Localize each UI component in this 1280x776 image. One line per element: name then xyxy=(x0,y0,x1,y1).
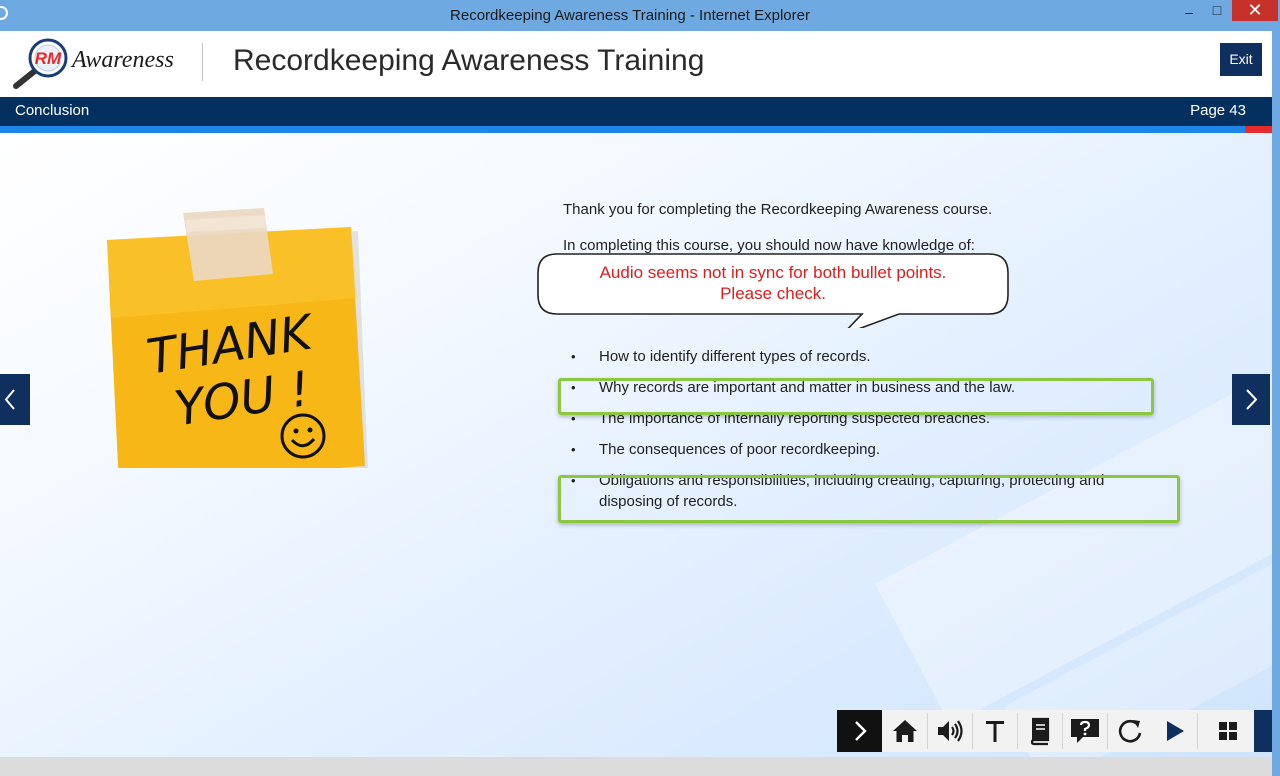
slide-content: THANK YOU ! Thank you for completing the… xyxy=(0,133,1272,757)
player-toolbar xyxy=(837,710,1254,752)
help-icon xyxy=(1070,719,1099,743)
page-number: Page 43 xyxy=(1190,102,1246,119)
window-titlebar: Recordkeeping Awareness Training - Inter… xyxy=(0,0,1280,31)
play-button[interactable] xyxy=(1152,710,1197,752)
next-page-button[interactable] xyxy=(1232,374,1270,425)
exit-button[interactable]: Exit xyxy=(1220,43,1262,76)
book-icon xyxy=(1030,717,1049,746)
course-header: RM Awareness Recordkeeping Awareness Tra… xyxy=(0,31,1272,97)
progress-bar xyxy=(0,126,1272,133)
lead-text: In completing this course, you should no… xyxy=(563,237,975,254)
window-title: Recordkeeping Awareness Training - Inter… xyxy=(450,7,810,24)
minimize-button[interactable]: – xyxy=(1176,4,1202,26)
review-callout-text: Audio seems not in sync for both bullet … xyxy=(537,262,1009,304)
play-icon xyxy=(1166,721,1184,741)
toolbar-next-button[interactable] xyxy=(837,710,882,752)
audio-button[interactable] xyxy=(927,710,972,752)
course-title: Recordkeeping Awareness Training xyxy=(233,44,705,77)
glossary-button[interactable] xyxy=(1017,710,1062,752)
logo-initials: RM xyxy=(35,49,62,68)
rm-awareness-logo: RM Awareness xyxy=(10,36,190,92)
replay-button[interactable] xyxy=(1107,710,1152,752)
close-button[interactable]: ✕ xyxy=(1232,0,1278,21)
callout-line: Please check. xyxy=(720,284,826,303)
home-icon xyxy=(892,720,917,742)
chevron-left-icon xyxy=(4,389,15,410)
review-highlight-box xyxy=(558,378,1154,415)
chevron-right-icon xyxy=(1246,389,1258,410)
callout-line: Audio seems not in sync for both bullet … xyxy=(599,263,947,282)
home-button[interactable] xyxy=(882,710,927,752)
status-bar xyxy=(0,757,1272,776)
chevron-right-icon xyxy=(854,721,867,741)
previous-page-button[interactable] xyxy=(0,374,30,425)
section-title: Conclusion xyxy=(15,102,90,119)
speaker-icon xyxy=(937,720,963,742)
thank-you-sticky-note: THANK YOU ! xyxy=(92,168,402,491)
course-player: RM Awareness Recordkeeping Awareness Tra… xyxy=(0,31,1272,757)
grid-icon xyxy=(1218,722,1237,740)
section-bar: Conclusion Page 43 xyxy=(0,97,1272,126)
replay-icon xyxy=(1118,719,1141,743)
progress-marker xyxy=(1245,126,1272,133)
transcript-button[interactable] xyxy=(972,710,1017,752)
list-item: How to identify different types of recor… xyxy=(571,346,1145,367)
maximize-button[interactable]: □ xyxy=(1204,2,1230,24)
help-button[interactable] xyxy=(1062,710,1107,752)
review-highlight-box xyxy=(558,475,1180,523)
toolbar-edge xyxy=(1254,710,1272,752)
intro-text: Thank you for completing the Recordkeepi… xyxy=(563,201,993,218)
menu-button[interactable] xyxy=(1205,710,1250,752)
text-icon xyxy=(985,721,1004,742)
list-item: The consequences of poor recordkeeping. xyxy=(571,439,1145,460)
logo-word: Awareness xyxy=(70,47,174,73)
header-divider xyxy=(202,43,203,81)
